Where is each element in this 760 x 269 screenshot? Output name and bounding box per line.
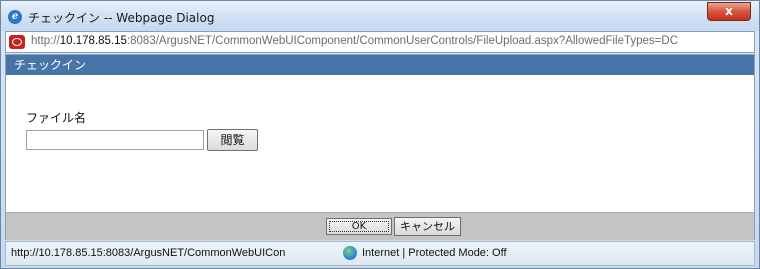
ok-button[interactable]: OK bbox=[326, 218, 392, 235]
url-rest: :8083/ArgusNET/CommonWebUIComponent/Comm… bbox=[126, 35, 678, 47]
file-name-input[interactable] bbox=[26, 130, 204, 150]
panel-header: チェックイン bbox=[6, 55, 754, 75]
ie-icon: e bbox=[8, 10, 22, 24]
close-button[interactable]: x bbox=[707, 2, 751, 21]
url-prefix: http:// bbox=[31, 35, 60, 47]
browse-button[interactable]: 閲覧 bbox=[207, 129, 258, 151]
address-bar[interactable]: http://10.178.85.15:8083/ArgusNET/Common… bbox=[5, 31, 755, 53]
security-zone[interactable]: Internet | Protected Mode: Off bbox=[362, 247, 507, 259]
file-name-label: ファイル名 bbox=[26, 111, 87, 125]
title-bar[interactable]: e チェックイン -- Webpage Dialog x bbox=[1, 1, 759, 31]
window-title: チェックイン -- Webpage Dialog bbox=[28, 11, 215, 25]
site-icon bbox=[9, 35, 25, 49]
status-bar: http://10.178.85.15:8083/ArgusNET/Common… bbox=[5, 241, 755, 266]
dialog-content: チェックイン ファイル名 閲覧 OK キャンセル bbox=[5, 54, 755, 240]
dialog-window: e チェックイン -- Webpage Dialog x http://10.1… bbox=[0, 0, 760, 269]
url-host: 10.178.85.15 bbox=[59, 35, 127, 47]
button-bar: OK キャンセル bbox=[6, 212, 754, 240]
address-url: http://10.178.85.15:8083/ArgusNET/Common… bbox=[31, 35, 678, 47]
globe-icon bbox=[343, 246, 357, 260]
status-url: http://10.178.85.15:8083/ArgusNET/Common… bbox=[11, 247, 286, 259]
cancel-button[interactable]: キャンセル bbox=[394, 217, 461, 236]
